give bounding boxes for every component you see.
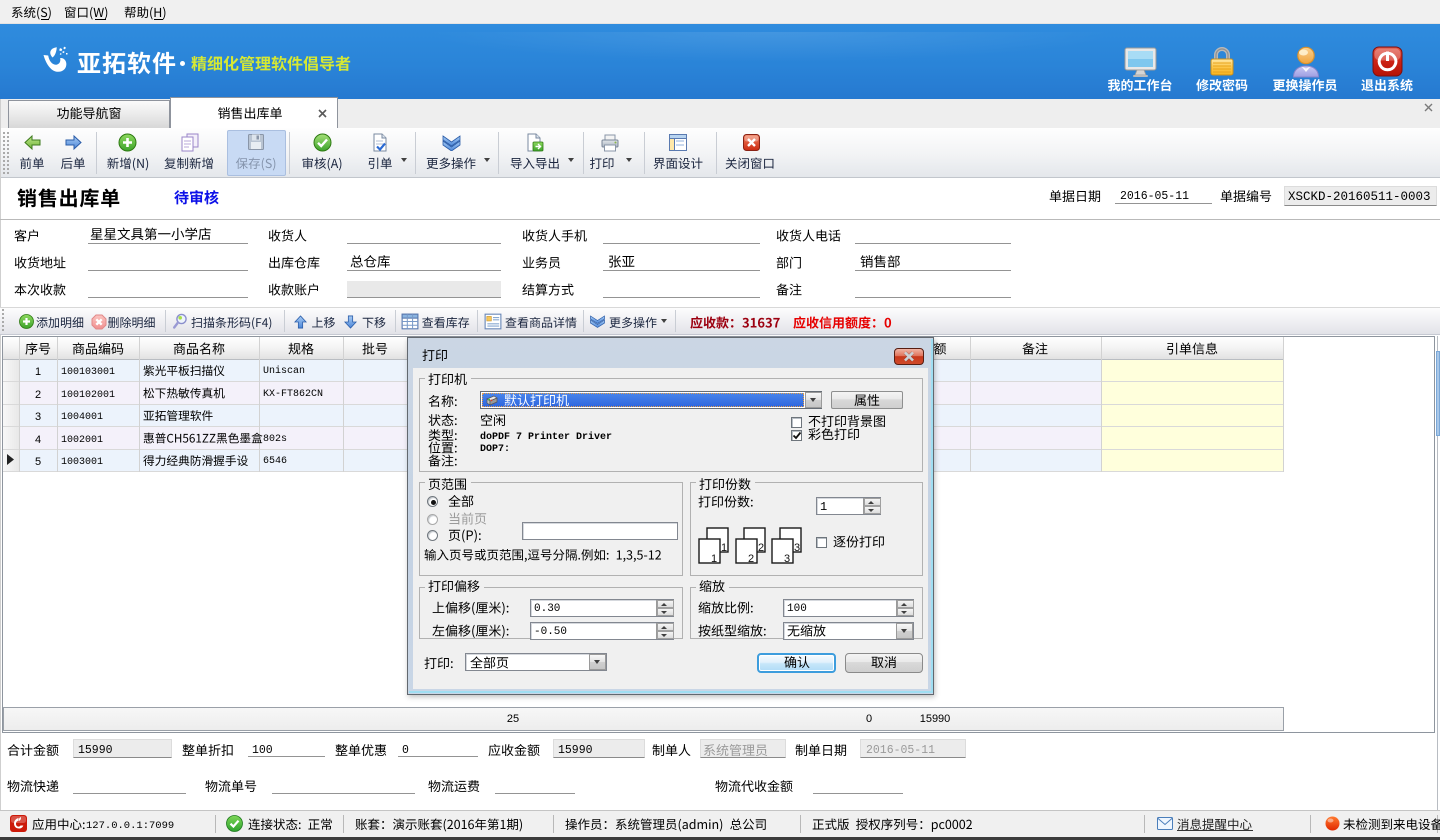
svg-text:1: 1: [721, 542, 727, 554]
svg-text:1: 1: [711, 553, 717, 565]
svg-text:3: 3: [784, 553, 790, 565]
svg-text:2: 2: [758, 542, 764, 554]
svg-text:3: 3: [794, 542, 800, 554]
svg-text:2: 2: [748, 553, 754, 565]
